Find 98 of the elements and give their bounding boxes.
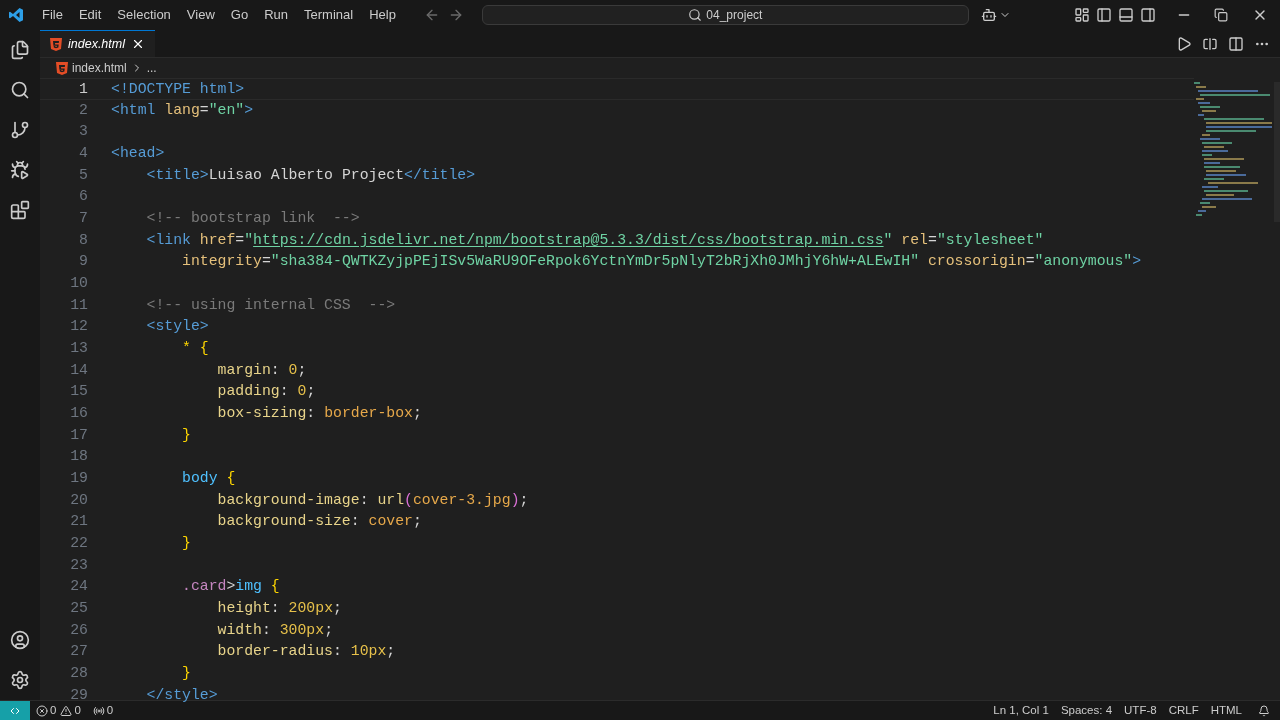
panel-left-icon[interactable] bbox=[1096, 7, 1112, 23]
html-file-icon bbox=[50, 37, 62, 51]
code-line: border-radius: 10px; bbox=[216, 642, 396, 662]
line-number: 22 bbox=[69, 534, 88, 554]
line-number: 26 bbox=[69, 620, 88, 640]
panel-bottom-icon[interactable] bbox=[1118, 7, 1134, 23]
extensions-icon[interactable] bbox=[10, 200, 30, 220]
status-item[interactable]: HTML bbox=[1204, 701, 1248, 720]
run-icon[interactable] bbox=[1176, 35, 1192, 52]
code-line: <head> bbox=[111, 144, 165, 163]
status-item[interactable]: Spaces: 4 bbox=[1054, 701, 1119, 720]
code-line: padding: 0; bbox=[216, 382, 316, 402]
error-icon[interactable] bbox=[36, 704, 48, 717]
code-line: <!-- using internal CSS --> bbox=[145, 295, 396, 315]
notifications-icon[interactable] bbox=[1258, 704, 1270, 717]
line-number: 19 bbox=[69, 469, 88, 489]
line-number: 13 bbox=[69, 339, 88, 359]
line-number: 12 bbox=[69, 317, 88, 337]
line-number: 5 bbox=[78, 165, 88, 185]
error-count[interactable]: 0 bbox=[50, 701, 57, 720]
account-icon[interactable] bbox=[10, 630, 30, 650]
line-number: 6 bbox=[78, 187, 88, 207]
line-number: 7 bbox=[78, 209, 88, 229]
code-line: body { bbox=[181, 469, 236, 489]
status-item[interactable]: CRLF bbox=[1162, 701, 1205, 720]
code-line: width: 300px; bbox=[216, 620, 333, 640]
panel-right-icon[interactable] bbox=[1140, 7, 1156, 23]
code-line: } bbox=[181, 534, 191, 554]
line-number: 18 bbox=[69, 447, 88, 467]
line-number: 11 bbox=[69, 295, 88, 315]
menu-item[interactable]: File bbox=[34, 5, 71, 25]
settings-icon[interactable] bbox=[10, 670, 30, 690]
line-number: 10 bbox=[69, 274, 88, 294]
line-number: 16 bbox=[69, 404, 88, 424]
split-editor-icon[interactable] bbox=[1228, 35, 1244, 52]
line-number: 9 bbox=[78, 252, 88, 272]
code-line: <html lang="en"> bbox=[111, 100, 254, 120]
command-center[interactable]: 04_project bbox=[481, 5, 969, 25]
robot-icon[interactable] bbox=[980, 7, 997, 23]
status-item[interactable]: UTF-8 bbox=[1118, 701, 1163, 720]
line-number: 17 bbox=[69, 425, 88, 445]
code-line: height: 200px; bbox=[216, 599, 342, 619]
warning-icon[interactable] bbox=[60, 704, 73, 717]
code-line: } bbox=[181, 425, 191, 445]
menu-item[interactable]: Terminal bbox=[296, 5, 362, 25]
line-number: 14 bbox=[69, 360, 88, 380]
workspace-name: 04_project bbox=[706, 7, 763, 24]
search-icon[interactable] bbox=[10, 80, 30, 100]
line-number: 24 bbox=[69, 577, 88, 597]
line-number: 25 bbox=[69, 599, 88, 619]
breadcrumb-item[interactable]: index.html bbox=[72, 59, 127, 77]
breadcrumb-item[interactable]: ... bbox=[146, 59, 157, 77]
code-line: </style> bbox=[145, 685, 218, 705]
run-debug-icon[interactable] bbox=[10, 160, 30, 180]
app-logo-icon bbox=[8, 7, 24, 23]
code-line: <style> bbox=[145, 317, 209, 337]
layout-icon[interactable] bbox=[1074, 7, 1090, 23]
code-line: background-image: url(cover-3.jpg); bbox=[216, 490, 529, 510]
code-line: integrity="sha384-QWTKZyjpPEjISv5WaRU9OFeRpok6YctnYmDr5pNlyT2bRjXh0JMhjY6hW+ALEwIH" crossorigin="anonymous"> bbox=[181, 252, 1142, 272]
editor-tab[interactable]: index.html bbox=[40, 30, 155, 57]
html-file-icon bbox=[56, 61, 68, 75]
code-line: .card>img { bbox=[181, 577, 280, 597]
tab-label: index.html bbox=[68, 35, 125, 53]
menu-item[interactable]: Edit bbox=[70, 5, 110, 25]
line-number: 20 bbox=[69, 490, 88, 510]
menu-item[interactable]: Selection bbox=[109, 5, 179, 25]
close-icon[interactable] bbox=[131, 37, 145, 51]
code-line: <link href="https://cdn.jsdelivr.net/npm/bootstrap@5.3.3/dist/css/bootstrap.min.css" rel="stylesheet" bbox=[145, 230, 1044, 250]
source-control-icon[interactable] bbox=[10, 120, 30, 140]
code-line: * { bbox=[181, 339, 209, 359]
code-line: <!-- bootstrap link --> bbox=[145, 209, 360, 229]
ports-count[interactable]: 0 bbox=[106, 701, 114, 720]
ports-icon[interactable] bbox=[92, 704, 105, 717]
line-number: 8 bbox=[78, 230, 88, 250]
search-icon bbox=[688, 8, 703, 22]
menu-item[interactable]: Go bbox=[222, 5, 257, 25]
explorer-icon[interactable] bbox=[10, 40, 30, 60]
line-number: 21 bbox=[69, 512, 88, 532]
status-item[interactable]: Ln 1, Col 1 bbox=[987, 701, 1055, 720]
line-number: 27 bbox=[69, 642, 88, 662]
preview-icon[interactable] bbox=[1202, 35, 1218, 52]
line-number: 15 bbox=[69, 382, 88, 402]
menu-item[interactable]: Run bbox=[256, 5, 296, 25]
line-number: 2 bbox=[78, 100, 88, 120]
menu-item[interactable]: Help bbox=[361, 5, 404, 25]
code-line: background-size: cover; bbox=[216, 512, 422, 532]
line-number: 1 bbox=[78, 80, 88, 99]
code-line: <!DOCTYPE html> bbox=[111, 80, 245, 99]
line-number: 4 bbox=[78, 144, 88, 163]
menu-item[interactable]: View bbox=[178, 5, 223, 25]
code-line: } bbox=[181, 664, 191, 684]
code-line: <title>Luisao Alberto Project</title> bbox=[145, 165, 476, 185]
restore-icon[interactable] bbox=[1214, 8, 1228, 22]
code-line: margin: 0; bbox=[216, 360, 307, 380]
line-number: 23 bbox=[69, 555, 88, 575]
code-line: box-sizing: border-box; bbox=[216, 404, 422, 424]
line-number: 3 bbox=[78, 122, 88, 142]
line-number: 28 bbox=[69, 664, 88, 684]
